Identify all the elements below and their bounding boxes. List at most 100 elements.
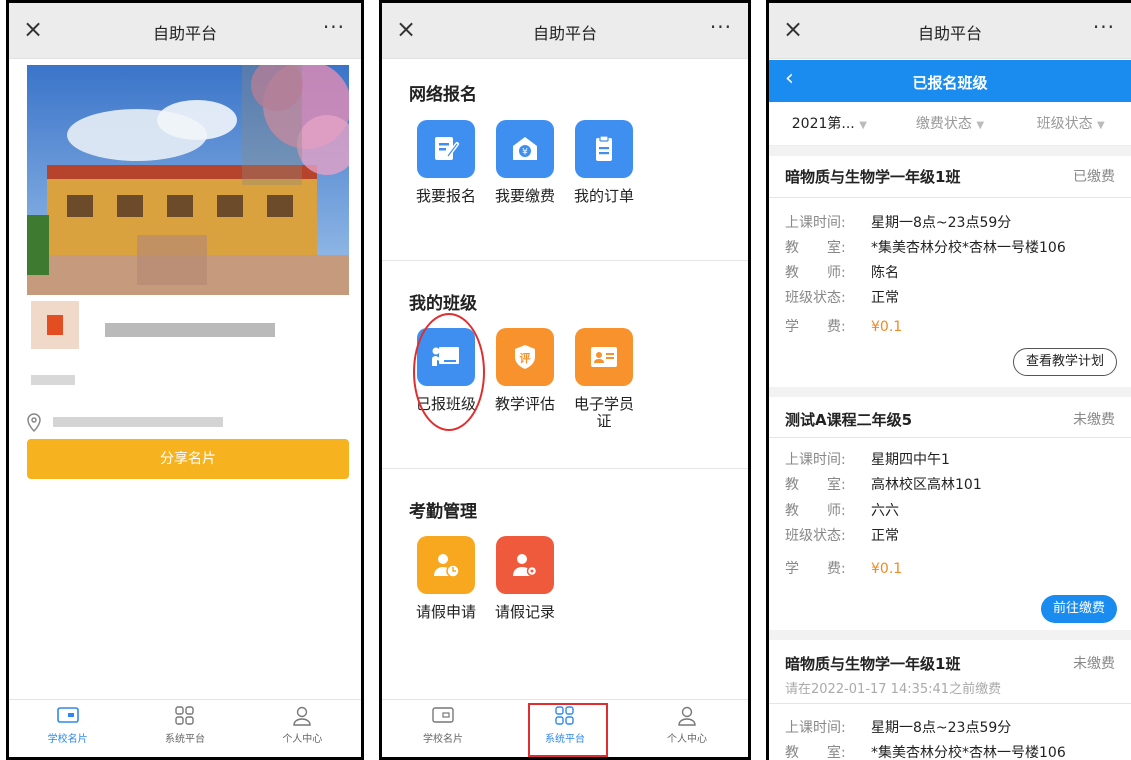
view-teaching-plan-button[interactable]: 查看教学计划 bbox=[1012, 348, 1117, 376]
class-fee-row: 学 费: ¥0.1 bbox=[785, 561, 903, 577]
tab-label: 个人中心 bbox=[667, 734, 707, 745]
enrolled-classes-screen: × 自助平台 ··· ‹ 已报名班级 2021第... ▼ 缴费状态 ▼ 班级状… bbox=[766, 0, 1131, 760]
share-card-button[interactable]: 分享名片 bbox=[27, 439, 349, 479]
class-teacher-row: 教 师: 陈名 bbox=[785, 265, 899, 281]
app-teaching-evaluation[interactable]: 评 教学评估 bbox=[492, 328, 558, 413]
app-label: 电子学员证 bbox=[573, 395, 634, 430]
app-leave-apply[interactable]: 请假申请 bbox=[413, 536, 479, 621]
tab-school-card[interactable]: 学校名片 bbox=[9, 700, 126, 757]
section-divider bbox=[382, 468, 748, 469]
card-separator bbox=[769, 387, 1131, 397]
app-label: 请假申请 bbox=[415, 603, 476, 621]
filter-bar: 2021第... ▼ 缴费状态 ▼ 班级状态 ▼ bbox=[769, 102, 1131, 146]
app-label: 我的订单 bbox=[573, 187, 634, 205]
app-orders[interactable]: 我的订单 bbox=[571, 120, 637, 205]
highlight-circle-annotation bbox=[413, 313, 485, 431]
card-icon bbox=[56, 707, 79, 723]
evaluate-glyph: 评 bbox=[520, 352, 531, 365]
payment-status: 未缴费 bbox=[1073, 412, 1115, 428]
blurred-address bbox=[53, 417, 223, 427]
filter-class-status[interactable]: 班级状态 ▼ bbox=[1010, 102, 1131, 145]
class-room-row: 教 室: 高林校区高林101 bbox=[785, 477, 982, 493]
card-divider bbox=[769, 437, 1131, 438]
tab-label: 学校名片 bbox=[423, 734, 463, 745]
app-label: 教学评估 bbox=[494, 395, 555, 413]
payment-status: 未缴费 bbox=[1073, 656, 1115, 672]
blurred-school-name bbox=[105, 323, 275, 337]
card-divider bbox=[769, 197, 1131, 198]
class-time-row: 上课时间: 星期一8点~23点59分 bbox=[785, 215, 1012, 231]
evaluate-icon: 评 bbox=[496, 328, 554, 386]
more-icon[interactable]: ··· bbox=[710, 15, 732, 39]
tab-label: 系统平台 bbox=[164, 734, 205, 745]
system-platform-screen: × 自助平台 ··· 网络报名 我要报名 ¥ 我要缴费 我的订单 我的班级 已报… bbox=[379, 0, 751, 760]
blurred-logo bbox=[31, 301, 79, 349]
class-time-row: 上课时间: 星期一8点~23点59分 bbox=[785, 720, 1012, 736]
class-room-row: 教 室: *集美杏林分校*杏林一号楼106 bbox=[785, 745, 1066, 760]
blurred-line bbox=[31, 375, 75, 385]
page-title: 自助平台 bbox=[532, 24, 597, 43]
chevron-down-icon: ▼ bbox=[976, 120, 985, 131]
class-fee-row: 学 费: ¥0.1 bbox=[785, 319, 903, 335]
app-label: 请假记录 bbox=[494, 603, 555, 621]
more-icon[interactable]: ··· bbox=[323, 15, 345, 39]
app-label: 我要报名 bbox=[415, 187, 476, 205]
title-bar: × 自助平台 ··· bbox=[382, 3, 748, 59]
pay-icon: ¥ bbox=[496, 120, 554, 178]
order-icon bbox=[575, 120, 633, 178]
class-card[interactable]: 测试A课程二年级5 未缴费 上课时间: 星期四中午1 教 室: 高林校区高林101 … bbox=[769, 397, 1131, 629]
app-label: 我要缴费 bbox=[494, 187, 555, 205]
app-pay[interactable]: ¥ 我要缴费 bbox=[492, 120, 558, 205]
tab-label: 学校名片 bbox=[47, 734, 88, 745]
class-name: 测试A课程二年级5 bbox=[785, 411, 913, 429]
section-title-my-class: 我的班级 bbox=[409, 294, 477, 314]
page-title: 自助平台 bbox=[152, 24, 217, 43]
title-bar: × 自助平台 ··· bbox=[9, 3, 361, 59]
class-name: 暗物质与生物学一年级1班 bbox=[785, 655, 961, 673]
class-card[interactable]: 暗物质与生物学一年级1班 未缴费 请在2022-01-17 14:35:41之前… bbox=[769, 640, 1131, 760]
edit-icon bbox=[417, 120, 475, 178]
location-icon bbox=[25, 413, 43, 437]
section-divider bbox=[382, 260, 748, 261]
highlight-box-annotation bbox=[528, 703, 608, 757]
bottom-tab-bar: 学校名片 系统平台 个人中心 bbox=[9, 699, 361, 757]
header-title: 已报名班级 bbox=[912, 74, 988, 92]
app-leave-record[interactable]: 请假记录 bbox=[492, 536, 558, 621]
school-card-screen: × 自助平台 ··· 分享名片 学校名片 系统平台 个人中心 bbox=[6, 0, 364, 760]
class-state-row: 班级状态: 正常 bbox=[785, 290, 899, 306]
filter-term[interactable]: 2021第... ▼ bbox=[769, 102, 890, 145]
school-photo bbox=[27, 65, 349, 295]
app-enroll[interactable]: 我要报名 bbox=[413, 120, 479, 205]
go-pay-button[interactable]: 前往缴费 bbox=[1040, 595, 1117, 623]
chevron-down-icon: ▼ bbox=[1097, 120, 1105, 131]
page-title: 自助平台 bbox=[917, 24, 982, 43]
card-icon bbox=[432, 707, 454, 723]
class-state-row: 班级状态: 正常 bbox=[785, 528, 899, 544]
svg-text:¥: ¥ bbox=[522, 148, 528, 158]
card-separator bbox=[769, 630, 1131, 640]
payment-deadline: 请在2022-01-17 14:35:41之前缴费 bbox=[785, 682, 1002, 697]
tab-system-platform[interactable]: 系统平台 bbox=[126, 700, 243, 757]
tab-school-card[interactable]: 学校名片 bbox=[382, 700, 504, 757]
tab-personal-center[interactable]: 个人中心 bbox=[626, 700, 748, 757]
person-icon bbox=[293, 706, 312, 726]
payment-status: 已缴费 bbox=[1073, 169, 1115, 185]
section-title-online-enroll: 网络报名 bbox=[409, 85, 477, 105]
filter-payment-status[interactable]: 缴费状态 ▼ bbox=[890, 102, 1011, 145]
app-student-id[interactable]: 电子学员证 bbox=[571, 328, 637, 430]
header-bar: ‹ 已报名班级 bbox=[769, 60, 1131, 102]
tab-label: 个人中心 bbox=[282, 734, 323, 745]
class-name: 暗物质与生物学一年级1班 bbox=[785, 168, 961, 186]
grid-icon bbox=[175, 706, 194, 725]
id-card-icon bbox=[575, 328, 633, 386]
card-divider bbox=[769, 703, 1131, 704]
leave-record-icon bbox=[496, 536, 554, 594]
person-icon bbox=[678, 706, 696, 726]
class-card[interactable]: 暗物质与生物学一年级1班 已缴费 上课时间: 星期一8点~23点59分 教 室: *… bbox=[769, 156, 1131, 388]
class-room-row: 教 室: *集美杏林分校*杏林一号楼106 bbox=[785, 240, 1066, 256]
tab-personal-center[interactable]: 个人中心 bbox=[244, 700, 361, 757]
card-separator bbox=[769, 146, 1131, 156]
more-icon[interactable]: ··· bbox=[1093, 15, 1115, 39]
class-time-row: 上课时间: 星期四中午1 bbox=[785, 452, 950, 468]
title-bar: × 自助平台 ··· bbox=[769, 3, 1131, 59]
